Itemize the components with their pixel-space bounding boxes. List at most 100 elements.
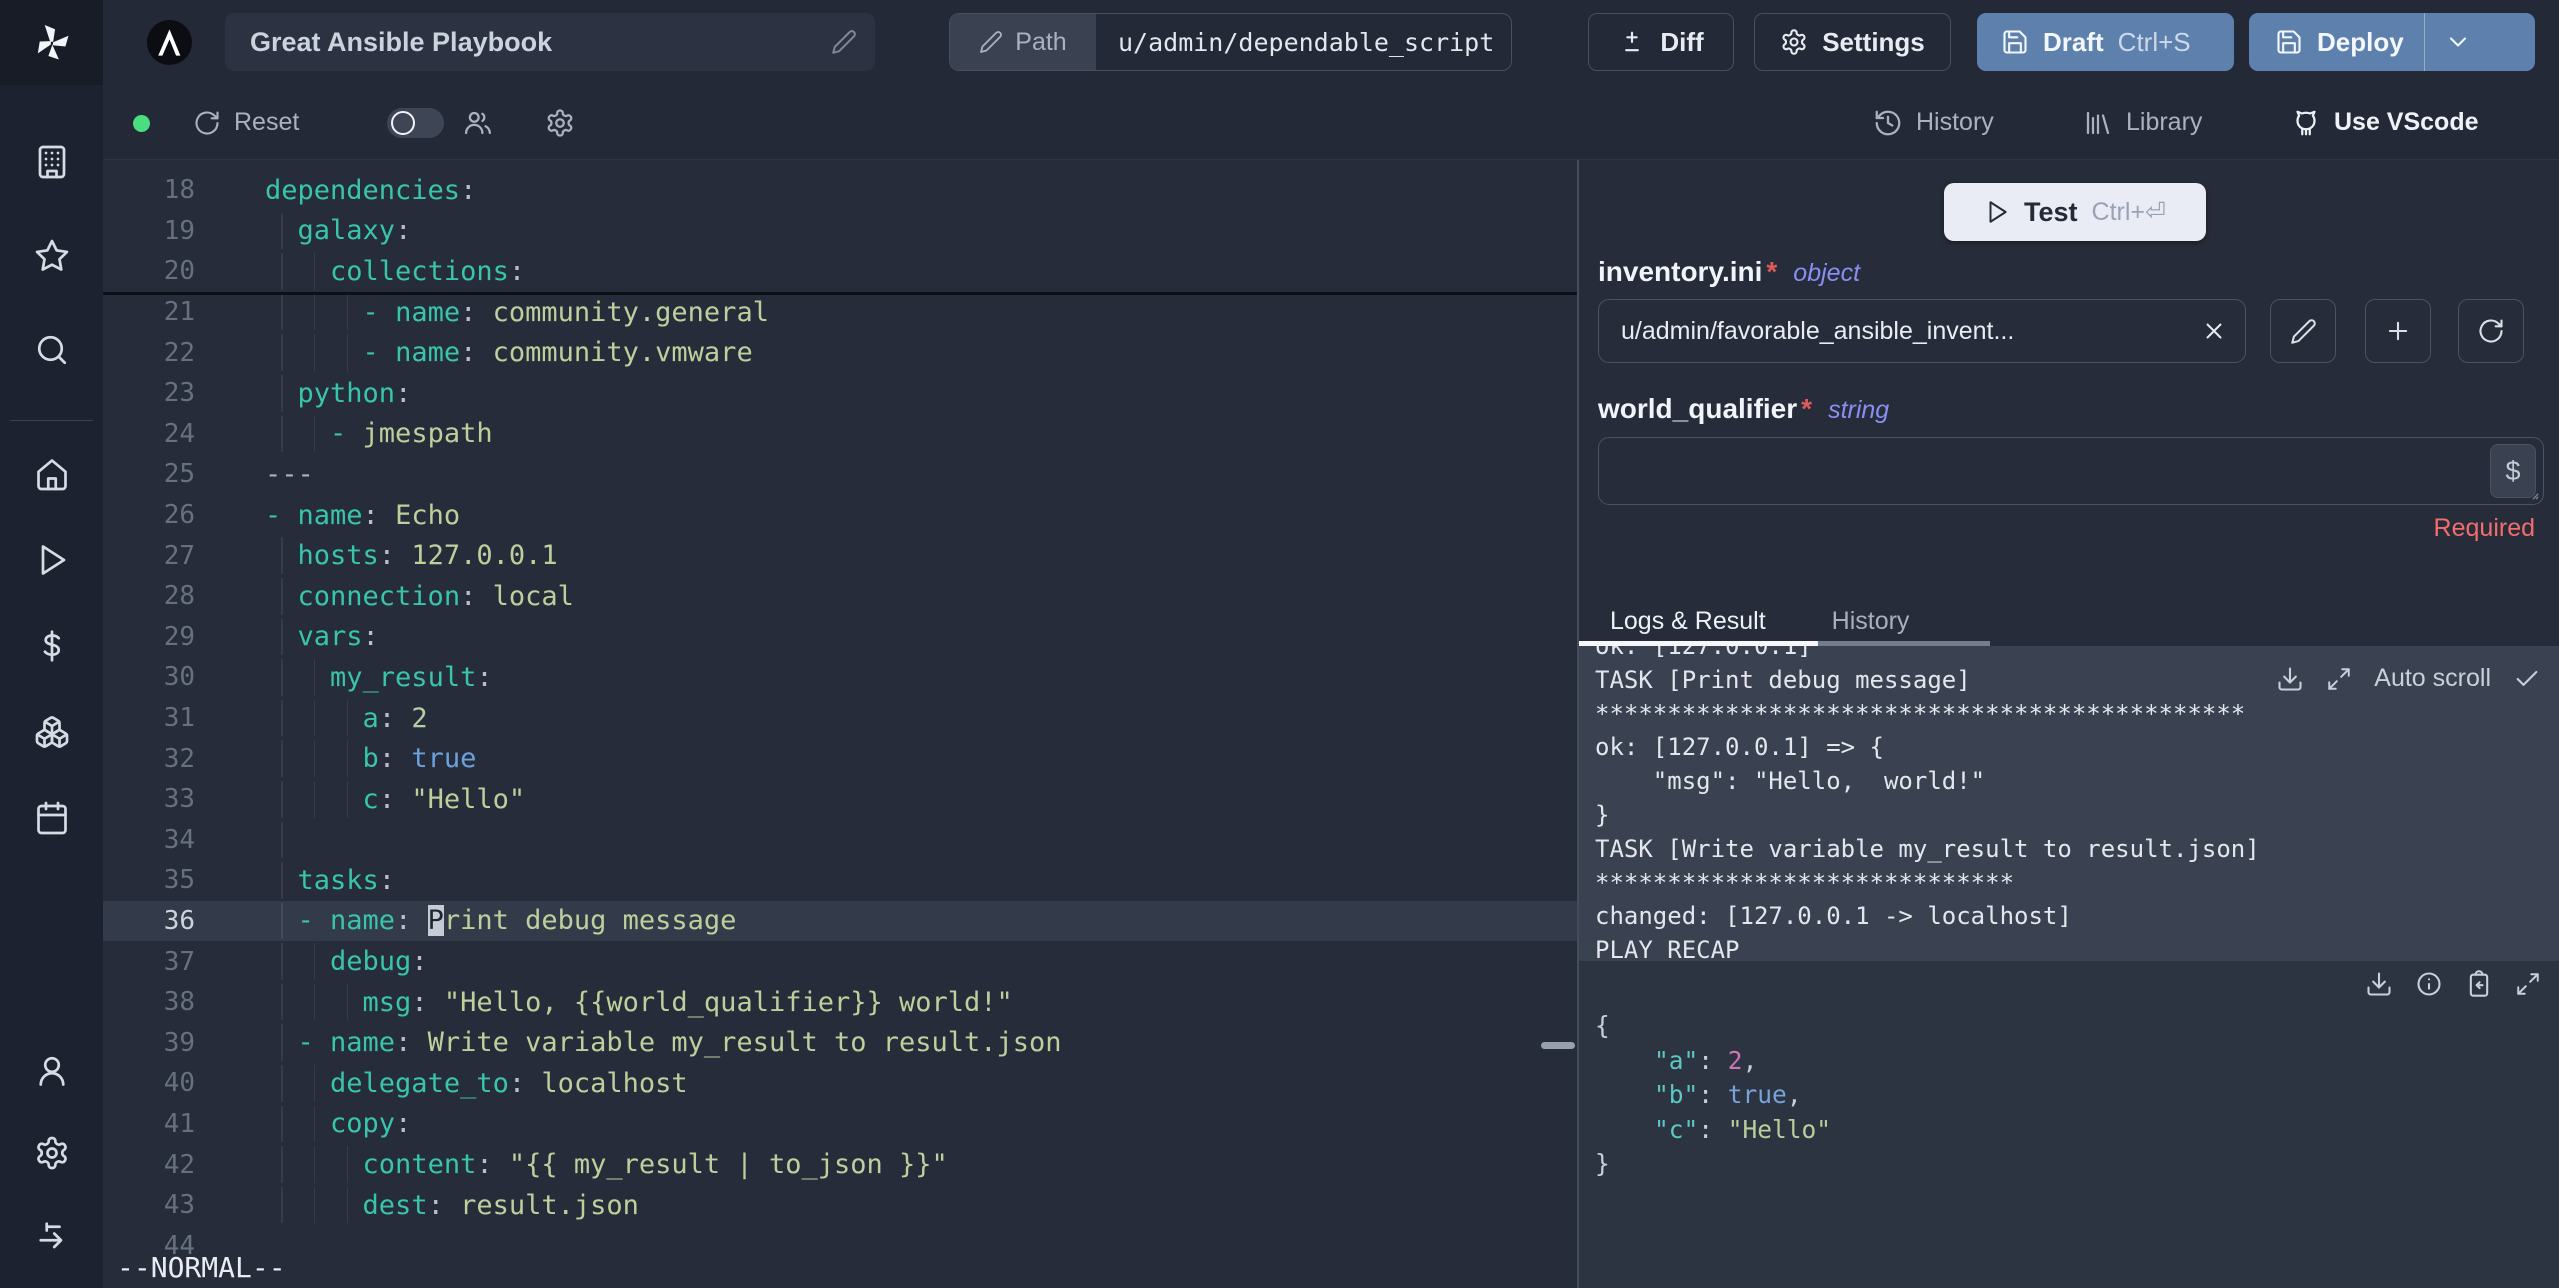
test-button[interactable]: Test Ctrl+⏎	[1944, 183, 2206, 241]
editor-toolbar: Reset History Library Use VScode	[103, 85, 2559, 160]
boxes-icon[interactable]	[30, 710, 74, 754]
code-line[interactable]: 24 - jmespath	[103, 414, 1577, 455]
gear-icon[interactable]	[30, 1131, 74, 1175]
calendar-icon[interactable]	[30, 796, 74, 840]
world-qualifier-textarea[interactable]: $	[1598, 437, 2544, 505]
autoscroll-check-icon[interactable]	[2513, 665, 2541, 693]
play-icon[interactable]	[30, 538, 74, 582]
code-line[interactable]: 43 dest: result.json	[103, 1185, 1577, 1226]
play-icon	[1984, 199, 2010, 225]
line-number: 19	[163, 215, 195, 246]
info-icon[interactable]	[2415, 970, 2443, 998]
save-icon	[2001, 28, 2029, 56]
code-line[interactable]: 38 msg: "Hello, {{world_qualifier}} worl…	[103, 982, 1577, 1023]
settings-button[interactable]: Settings	[1754, 13, 1951, 71]
code-line[interactable]: 39 - name: Write variable my_result to r…	[103, 1022, 1577, 1063]
topbar: Great Ansible Playbook Path u/admin/depe…	[103, 0, 2559, 85]
log-line: PLAY RECAP	[1595, 936, 1740, 961]
line-number: 20	[163, 256, 195, 287]
diff-toggle[interactable]	[387, 108, 444, 138]
code-line[interactable]: 32 b: true	[103, 738, 1577, 779]
code-line[interactable]: 37 debug:	[103, 941, 1577, 982]
result-json-line: "a": 2,	[1654, 1045, 1758, 1075]
log-line: ****************************************…	[1595, 699, 2246, 728]
code-editor[interactable]: 18 dependencies: 19 galaxy: 20 collections:…	[103, 160, 1577, 1288]
diff-label: Diff	[1660, 26, 1704, 57]
history-button[interactable]: History	[1873, 85, 1994, 160]
line-number: 36	[163, 905, 195, 936]
expand-result-icon[interactable]	[2515, 970, 2541, 998]
line-number: 42	[163, 1149, 195, 1180]
library-button[interactable]: Library	[2083, 85, 2202, 160]
code-line[interactable]: 21 - name: community.general	[103, 292, 1577, 333]
code-line[interactable]: 28 connection: local	[103, 576, 1577, 617]
dollar-icon[interactable]	[30, 624, 74, 668]
code-line[interactable]: 36 - name: Print debug message	[103, 900, 1577, 942]
expand-logs-icon[interactable]	[2326, 666, 2352, 692]
refresh-resource-button[interactable]	[2458, 299, 2524, 363]
code-line[interactable]: 18 dependencies:	[103, 170, 1577, 211]
code-line[interactable]: 35 tasks:	[103, 860, 1577, 901]
panel-resize-handle[interactable]	[1541, 1042, 1575, 1049]
download-logs-icon[interactable]	[2276, 665, 2304, 693]
log-output[interactable]: ok: [127.0.0.1] TASK [Print debug message…	[1579, 646, 2559, 961]
path-chip[interactable]: Path u/admin/dependable_script	[949, 13, 1512, 71]
log-line: TASK [Write variable my_result to result…	[1595, 834, 2260, 863]
building-icon[interactable]	[30, 140, 74, 184]
line-number: 34	[163, 824, 195, 855]
code-line[interactable]: 30 my_result:	[103, 657, 1577, 698]
users-icon	[463, 108, 493, 138]
sticky-scroll-separator	[103, 292, 1577, 295]
result-json-line: {	[1595, 1011, 1610, 1040]
add-resource-button[interactable]	[2365, 299, 2431, 363]
script-title-input[interactable]: Great Ansible Playbook	[225, 13, 875, 71]
code-line[interactable]: 33 c: "Hello"	[103, 779, 1577, 820]
code-line[interactable]: 40 delegate_to: localhost	[103, 1063, 1577, 1104]
user-icon[interactable]	[30, 1049, 74, 1093]
code-line[interactable]: 23 python:	[103, 373, 1577, 414]
ansible-logo	[147, 20, 192, 65]
search-icon[interactable]	[30, 328, 74, 372]
required-asterisk: *	[1766, 256, 1778, 287]
code-line[interactable]: 44	[103, 1225, 1577, 1266]
resize-handle-icon[interactable]	[2522, 483, 2540, 501]
reset-button[interactable]: Reset	[193, 85, 299, 160]
required-error: Required	[2433, 514, 2535, 542]
home-icon[interactable]	[30, 452, 74, 496]
collaborators-button[interactable]	[463, 85, 493, 160]
vscode-label: Use VScode	[2334, 108, 2479, 136]
save-draft-button[interactable]: Draft Ctrl+S	[1977, 13, 2234, 71]
use-vscode-button[interactable]: Use VScode	[2291, 85, 2479, 160]
draft-shortcut: Ctrl+S	[2117, 26, 2191, 57]
edit-path-icon	[979, 30, 1003, 54]
code-line[interactable]: 34	[103, 820, 1577, 861]
line-number: 32	[163, 743, 195, 774]
star-icon[interactable]	[30, 234, 74, 278]
code-line[interactable]: 31 a: 2	[103, 698, 1577, 739]
line-number: 33	[163, 784, 195, 815]
code-line[interactable]: 19 galaxy:	[103, 211, 1577, 252]
code-line[interactable]: 29 vars:	[103, 617, 1577, 658]
diff-button[interactable]: Diff	[1588, 13, 1734, 71]
copy-result-icon[interactable]	[2465, 970, 2493, 998]
edit-resource-button[interactable]	[2270, 299, 2336, 363]
inventory-resource-input[interactable]: u/admin/favorable_ansible_invent...	[1598, 299, 2246, 363]
code-line[interactable]: 27 hosts: 127.0.0.1	[103, 535, 1577, 576]
line-number: 23	[163, 378, 195, 409]
edit-title-icon[interactable]	[831, 29, 857, 55]
download-result-icon[interactable]	[2365, 970, 2393, 998]
clear-icon[interactable]	[2201, 318, 2227, 344]
code-line[interactable]: 42 content: "{{ my_result | to_json }}"	[103, 1144, 1577, 1185]
line-number: 35	[163, 865, 195, 896]
code-line[interactable]: 22 - name: community.vmware	[103, 332, 1577, 373]
code-line[interactable]: 20 collections:	[103, 251, 1577, 292]
editor-settings-button[interactable]	[545, 85, 575, 160]
deploy-button[interactable]: Deploy	[2249, 13, 2535, 71]
test-label: Test	[2024, 196, 2078, 227]
code-line[interactable]: 25 ---	[103, 454, 1577, 495]
deploy-dropdown[interactable]	[2425, 13, 2491, 71]
logout-icon[interactable]	[30, 1213, 74, 1257]
code-line[interactable]: 41 copy:	[103, 1104, 1577, 1145]
windmill-logo[interactable]	[0, 0, 103, 85]
code-line[interactable]: 26- name: Echo	[103, 495, 1577, 536]
